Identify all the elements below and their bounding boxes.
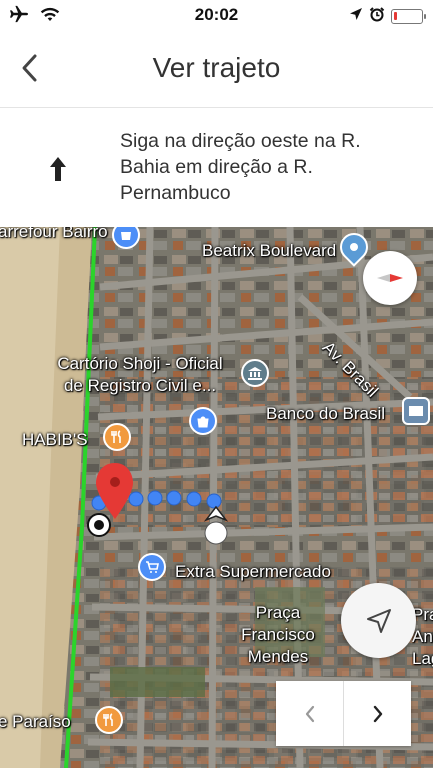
map-label-carrefour[interactable]: arrefour Bairro <box>0 227 108 243</box>
step-navigation <box>276 681 411 746</box>
map-label-paraiso[interactable]: e Paraíso <box>0 711 71 733</box>
map-label-praca-francisco[interactable]: Praça Francisco Mendes <box>218 602 338 668</box>
status-right <box>349 6 426 27</box>
battery-level <box>394 12 397 20</box>
shopping-bag-icon[interactable] <box>189 407 217 435</box>
praca2-line-2: Antoni <box>412 627 433 646</box>
location-arrow-icon <box>349 7 363 26</box>
map-view[interactable]: arrefour Bairro Beatrix Boulevard Av. Br… <box>0 227 433 768</box>
next-step-button[interactable] <box>343 681 411 746</box>
map-label-banco[interactable]: Banco do Brasil <box>266 403 385 425</box>
praca2-line-3: Lagat <box>412 649 433 668</box>
shopping-cart-icon[interactable] <box>138 553 166 581</box>
header: Ver trajeto <box>0 30 433 108</box>
map-label-beatrix[interactable]: Beatrix Boulevard <box>202 240 336 262</box>
praca-line-1: Praça <box>255 603 301 622</box>
map-label-habibs[interactable]: HABIB'S <box>22 429 88 451</box>
praca-line-2: Francisco <box>241 625 315 644</box>
chevron-right-icon <box>373 705 382 722</box>
bank-icon[interactable] <box>402 397 430 425</box>
direction-text: Siga na direção oeste na R. Bahia em dir… <box>120 130 361 204</box>
map-label-cartorio[interactable]: Cartório Shoji - Oficial de Registro Civ… <box>40 353 240 397</box>
government-building-icon[interactable] <box>241 359 269 387</box>
chevron-left-icon <box>305 705 314 722</box>
previous-step-button[interactable] <box>276 681 343 746</box>
cartorio-line-1: Cartório Shoji - Oficial <box>57 354 223 373</box>
page-title: Ver trajeto <box>152 52 281 83</box>
praca-line-3: Mendes <box>247 647 309 666</box>
arrow-up-icon <box>50 157 66 181</box>
compass-icon <box>377 274 403 282</box>
compass-button[interactable] <box>363 251 417 305</box>
battery-icon <box>391 9 426 24</box>
recenter-button[interactable] <box>341 583 416 658</box>
alarm-icon <box>369 6 385 27</box>
navigation-arrow-icon <box>366 608 391 633</box>
restaurant-icon[interactable] <box>95 706 123 734</box>
status-bar: 20:02 <box>0 0 433 30</box>
map-label-extra[interactable]: Extra Supermercado <box>175 561 331 583</box>
direction-step: Siga na direção oeste na R. Bahia em dir… <box>0 108 433 227</box>
restaurant-icon[interactable] <box>103 423 131 451</box>
cartorio-line-2: de Registro Civil e... <box>63 376 217 395</box>
